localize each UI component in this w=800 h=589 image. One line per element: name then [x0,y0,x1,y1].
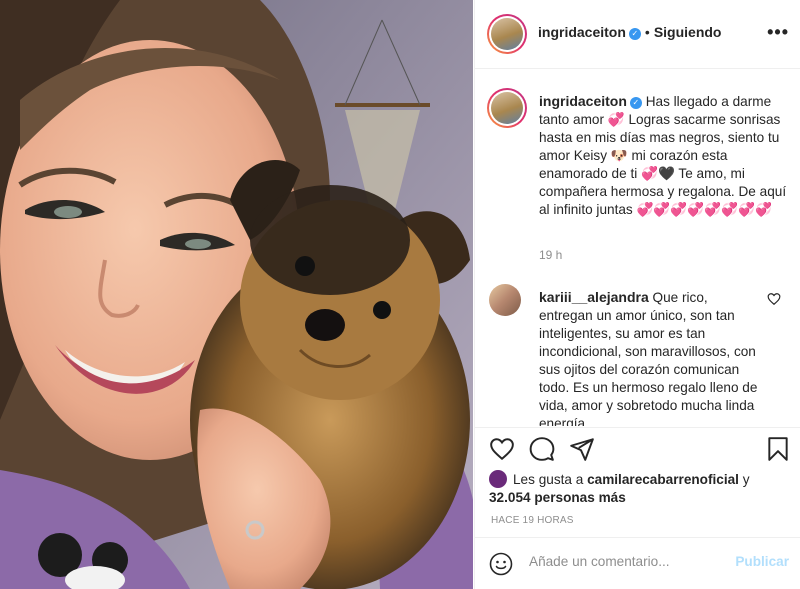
likes-count[interactable]: 32.054 personas más [489,490,626,505]
caption-body: ingridaceiton ✓ Has llegado a darme tanto… [539,92,789,219]
comment-like-heart-icon[interactable] [767,292,781,306]
caption-username[interactable]: ingridaceiton [539,93,627,109]
liker-avatar[interactable] [489,470,507,488]
comment-text: Que rico, entregan un amor único, son ta… [539,290,758,426]
more-icon[interactable]: ••• [767,22,789,43]
header-user-line: ingridaceiton ✓ • Siguiendo [538,24,721,40]
verified-icon: ✓ [628,28,641,40]
likes-summary: Les gusta a camilarecabarrenoficial y 32… [489,470,789,507]
action-bar [475,427,800,469]
commenter-username[interactable]: kariii__alejandra [539,289,649,305]
add-comment-bar: Añade un comentario... Publicar [475,537,800,589]
following-button[interactable]: Siguiendo [654,24,722,40]
caption-text: Has llegado a darme tanto amor 💞 Logras … [539,94,787,217]
likes-and: y [742,472,750,487]
heart-icon[interactable] [489,436,515,462]
post-header: ingridaceiton ✓ • Siguiendo ••• [475,0,800,69]
caption-time[interactable]: 19 h [539,248,562,262]
comment-input[interactable]: Añade un comentario... [529,554,729,569]
comment-body: kariii__alejandra Que rico, entregan un … [539,288,761,426]
emoji-icon[interactable] [489,552,513,576]
separator-dot: • [644,24,650,40]
publish-button[interactable]: Publicar [735,554,789,569]
likes-prefix: Les gusta a [513,472,584,487]
author-username[interactable]: ingridaceiton [538,24,626,40]
share-icon[interactable] [569,436,595,462]
post-photo[interactable] [0,0,473,589]
post-timestamp[interactable]: HACE 19 HORAS [491,515,574,526]
verified-icon: ✓ [629,97,642,109]
comment-icon[interactable] [529,436,555,462]
caption-avatar[interactable] [487,88,527,128]
commenter-avatar[interactable] [489,284,521,316]
liker-username[interactable]: camilarecabarrenoficial [587,472,739,487]
post-sidebar: ingridaceiton ✓ • Siguiendo ••• ingridaceit… [474,0,800,589]
author-avatar[interactable] [487,14,527,54]
bookmark-icon[interactable] [765,436,791,462]
comments-section[interactable]: ingridaceiton ✓ Has llegado a darme tanto… [475,70,800,426]
photo-illustration [0,0,473,589]
